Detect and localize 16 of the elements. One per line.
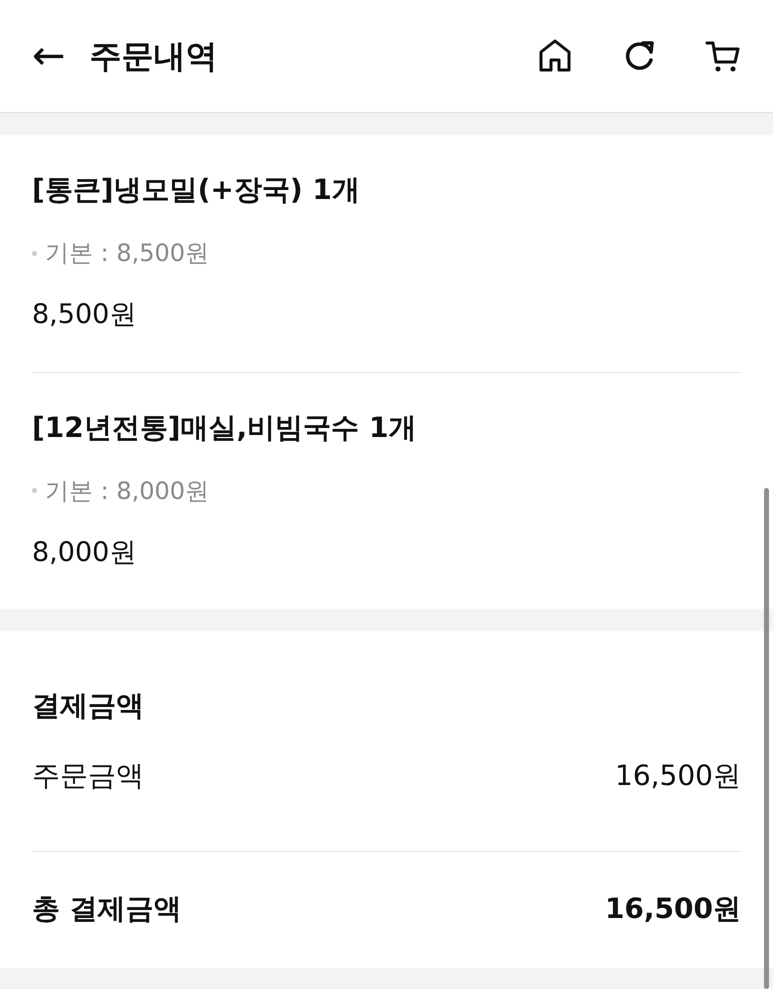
item-option: 기본 : 8,000원: [45, 472, 210, 508]
section-title: 결제금액: [32, 688, 145, 724]
item-name: [통큰]냉모밀(+장국) 1개: [32, 172, 361, 208]
item-price: 8,000원: [32, 536, 138, 570]
bullet-icon: [32, 488, 37, 493]
item-price: 8,500원: [32, 298, 138, 332]
home-icon[interactable]: [537, 38, 573, 74]
amount-value: 16,500원: [615, 758, 741, 794]
bullet-icon: [32, 250, 37, 256]
total-value: 16,500원: [604, 891, 741, 927]
item-option: 기본 : 8,500원: [45, 235, 210, 271]
page-title: 주문내역: [90, 36, 219, 77]
back-button[interactable]: ←: [32, 36, 66, 76]
total-label: 총 결제금액: [32, 891, 182, 927]
amount-label: 주문금액: [32, 758, 144, 794]
item-name: [12년전통]매실,비빔국수 1개: [32, 410, 418, 446]
